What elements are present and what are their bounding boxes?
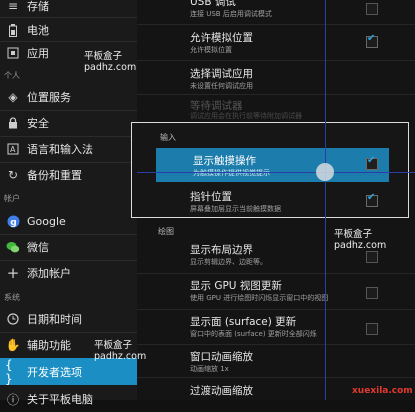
setting-subtitle: 屏幕叠加层显示当前触摸数据: [190, 205, 281, 213]
watermark-domain: padhz.com: [94, 351, 147, 362]
sidebar-item-label: 电池: [27, 24, 49, 37]
gpu-updates-checkbox[interactable]: [366, 287, 378, 299]
sidebar-item-location[interactable]: ◈ 位置服务: [0, 84, 137, 110]
setting-show-touches[interactable]: 显示触摸操作 为触摸操作提供视觉提示: [156, 148, 389, 182]
info-icon: ⓘ: [6, 392, 19, 407]
sidebar-item-about-tablet[interactable]: ⓘ 关于平板电脑: [0, 386, 137, 412]
setting-subtitle: 动画缩放 1x: [190, 365, 229, 373]
setting-title: 过渡动画缩放: [190, 385, 253, 397]
setting-title: 显示布局边界: [190, 244, 253, 256]
section-header-system: 系统: [4, 293, 20, 302]
sidebar-item-developer-options[interactable]: { } 开发者选项: [0, 357, 137, 386]
setting-subtitle: 调试应用会在执行前等待附加调试器: [190, 112, 302, 120]
wechat-icon: [5, 239, 21, 255]
setting-title: 显示面 (surface) 更新: [190, 316, 297, 328]
sidebar-item-label: 存储: [27, 0, 49, 13]
sidebar-item-language[interactable]: A 语言和输入法: [0, 136, 137, 162]
divider: [137, 273, 415, 274]
show-touches-checkbox[interactable]: [366, 155, 378, 170]
sidebar-item-label: 位置服务: [27, 91, 71, 104]
pointer-location-checkbox[interactable]: [366, 192, 378, 207]
sidebar-item-add-account[interactable]: + 添加帐户: [0, 260, 137, 286]
sidebar-item-label: 辅助功能: [27, 339, 71, 352]
sidebar-item-label: 关于平板电脑: [27, 393, 93, 406]
sidebar-item-label: Google: [27, 214, 66, 228]
sidebar-item-label: 微信: [27, 241, 49, 254]
section-header-input: 输入: [160, 133, 176, 142]
section-header-accounts: 帐户: [4, 194, 20, 203]
section-header-personal: 个人: [4, 71, 20, 80]
watermark-brand: 平板盒子: [334, 229, 373, 240]
apps-icon: [5, 45, 21, 61]
divider: [137, 24, 415, 25]
setting-title: 显示 GPU 视图更新: [190, 280, 282, 292]
lock-icon: [5, 115, 21, 131]
watermark-domain: padhz.com: [334, 240, 387, 251]
setting-subtitle: 显示剪辑边界、边距等。: [190, 258, 267, 266]
section-header-drawing: 绘图: [158, 227, 174, 236]
setting-subtitle: 使用 GPU 进行绘图时闪烁显示窗口中的视图: [190, 294, 329, 302]
sidebar-item-wechat[interactable]: 微信: [0, 234, 137, 260]
setting-select-debug-app[interactable]: 选择调试应用 未设置任何调试应用: [137, 64, 415, 92]
storage-icon: ≡: [7, 0, 19, 13]
sidebar-item-label: 应用: [27, 47, 49, 60]
setting-subtitle: 允许模拟位置: [190, 46, 232, 54]
setting-subtitle: 未设置任何调试应用: [190, 82, 253, 90]
sidebar-item-label: 语言和输入法: [27, 143, 93, 156]
sidebar-item-label: 日期和时间: [27, 313, 82, 326]
usb-debugging-checkbox[interactable]: [366, 3, 378, 15]
divider: [137, 309, 415, 310]
setting-subtitle: 窗口中的表面 (surface) 更新时全部闪烁: [190, 330, 317, 338]
surface-updates-checkbox[interactable]: [366, 323, 378, 335]
layout-bounds-checkbox[interactable]: [366, 251, 378, 263]
sidebar-item-backup[interactable]: ↻ 备份和重置: [0, 162, 137, 188]
sidebar-item-label: 开发者选项: [27, 365, 82, 379]
pointer-crosshair-vertical: [325, 0, 326, 400]
sidebar-item-label: 安全: [27, 117, 49, 130]
divider: [137, 377, 415, 378]
sidebar-item-label: 备份和重置: [27, 169, 82, 182]
sidebar-item-google[interactable]: g Google: [0, 208, 137, 234]
svg-text:g: g: [10, 218, 16, 228]
pointer-crosshair-horizontal: [137, 172, 415, 173]
setting-title: 显示触摸操作: [193, 155, 256, 167]
divider: [137, 344, 415, 345]
location-icon: ◈: [8, 90, 18, 104]
setting-pointer-location-title[interactable]: 指针位置: [190, 189, 232, 204]
watermark-brand: 平板盒子: [94, 340, 133, 351]
backup-icon: ↻: [7, 168, 19, 182]
developer-icon: { }: [5, 357, 13, 386]
divider: [137, 94, 415, 95]
setting-title: USB 调试: [190, 0, 236, 8]
watermark-brand: 平板盒子: [84, 51, 123, 62]
add-icon: +: [6, 264, 20, 282]
language-icon: A: [5, 141, 21, 157]
watermark-domain: padhz.com: [84, 62, 137, 73]
setting-title: 窗口动画缩放: [190, 351, 253, 363]
watermark-corner: xuexila.com: [352, 386, 413, 396]
setting-title: 允许模拟位置: [190, 32, 253, 44]
setting-subtitle: 连接 USB 后启用调试模式: [190, 10, 272, 18]
divider: [137, 60, 415, 61]
setting-window-animation-scale[interactable]: 窗口动画缩放 动画缩放 1x: [137, 347, 415, 375]
setting-title: 选择调试应用: [190, 68, 253, 80]
sidebar-item-security[interactable]: 安全: [0, 110, 137, 136]
sidebar-item-label: 添加帐户: [27, 267, 71, 280]
hand-icon: ✋: [5, 338, 21, 352]
clock-icon: [5, 311, 21, 327]
battery-icon: [5, 22, 21, 38]
setting-wait-for-debugger[interactable]: 等待调试器 调试应用会在执行前等待附加调试器: [137, 98, 415, 122]
setting-subtitle: 为触摸操作提供视觉提示: [193, 169, 270, 177]
touch-indicator: [316, 163, 334, 181]
google-icon: g: [5, 213, 21, 229]
svg-text:A: A: [10, 145, 16, 154]
mock-location-checkbox[interactable]: [366, 33, 378, 48]
sidebar-item-date-time[interactable]: 日期和时间: [0, 306, 137, 332]
